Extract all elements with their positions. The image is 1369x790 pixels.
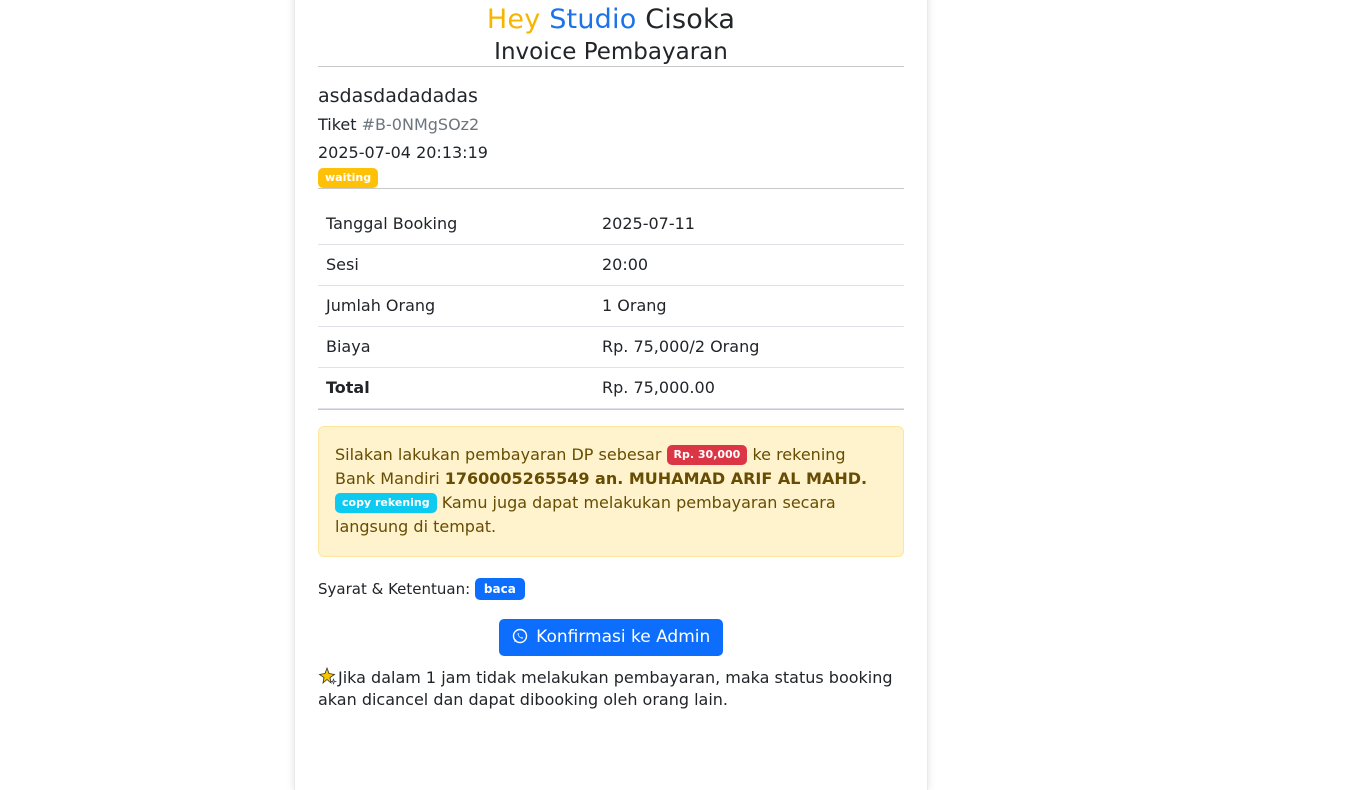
read-terms-button[interactable]: baca (474, 578, 525, 600)
brand-word-hey: Hey (486, 4, 541, 35)
ticket-id: #B-0NMgSOz2 (361, 115, 480, 134)
detail-key: Jumlah Orang (318, 285, 594, 327)
detail-key: Biaya (318, 326, 594, 368)
copy-account-button[interactable]: copy rekening (335, 493, 437, 513)
brand-word-studio: Studio (549, 4, 637, 35)
payment-text-1: Silakan lakukan pembayaran DP sebesar (335, 444, 662, 464)
ticket-label: Tiket (318, 115, 357, 134)
detail-value-total: Rp. 75,000.00 (594, 367, 904, 409)
payment-instructions-alert: Silakan lakukan pembayaran DP sebesar Rp… (318, 425, 904, 557)
table-row: Tanggal Booking 2025-07-11 (318, 203, 904, 245)
booking-created-datetime: 2025-07-04 20:13:19 (318, 143, 488, 162)
table-row: Sesi 20:00 (318, 244, 904, 286)
divider (318, 66, 904, 67)
detail-value: 2025-07-11 (594, 203, 904, 245)
sparkle-icon (318, 666, 338, 685)
payment-note: Jika dalam 1 jam tidak melakukan pembaya… (318, 666, 904, 711)
divider (318, 408, 904, 410)
detail-key: Tanggal Booking (318, 203, 594, 245)
table-row: Jumlah Orang 1 Orang (318, 285, 904, 327)
table-row: Total Rp. 75,000.00 (318, 367, 904, 409)
terms-label: Syarat & Ketentuan: (318, 579, 471, 598)
whatsapp-icon (512, 628, 527, 643)
dp-amount-badge: Rp. 30,000 (666, 445, 748, 465)
bank-account: 1760005265549 an. MUHAMAD ARIF AL MAHD. (444, 468, 868, 488)
payment-note-text: Jika dalam 1 jam tidak melakukan pembaya… (318, 667, 893, 709)
page-subtitle: Invoice Pembayaran (494, 39, 728, 65)
detail-key: Sesi (318, 244, 594, 286)
customer-name: asdasdadadadas (318, 85, 478, 107)
detail-value: Rp. 75,000/2 Orang (594, 326, 904, 368)
invoice-card: Hey Studio Cisoka Invoice Pembayaran asd… (294, 0, 928, 790)
detail-value: 1 Orang (594, 285, 904, 327)
detail-value: 20:00 (594, 244, 904, 286)
divider (318, 187, 904, 189)
confirm-admin-button[interactable]: Konfirmasi ke Admin (498, 618, 724, 656)
booking-details-table: Tanggal Booking 2025-07-11 Sesi 20:00 Ju… (318, 203, 904, 409)
ticket-line: Tiket #B-0NMgSOz2 (318, 113, 904, 137)
terms-line: Syarat & Ketentuan: baca (318, 577, 904, 601)
detail-key-total: Total (318, 367, 594, 409)
confirm-admin-label: Konfirmasi ke Admin (536, 626, 711, 647)
status-badge: waiting (318, 167, 379, 188)
brand-title: Hey Studio Cisoka (318, 2, 904, 38)
brand-word-cisoka: Cisoka (645, 4, 736, 35)
table-row: Biaya Rp. 75,000/2 Orang (318, 326, 904, 368)
